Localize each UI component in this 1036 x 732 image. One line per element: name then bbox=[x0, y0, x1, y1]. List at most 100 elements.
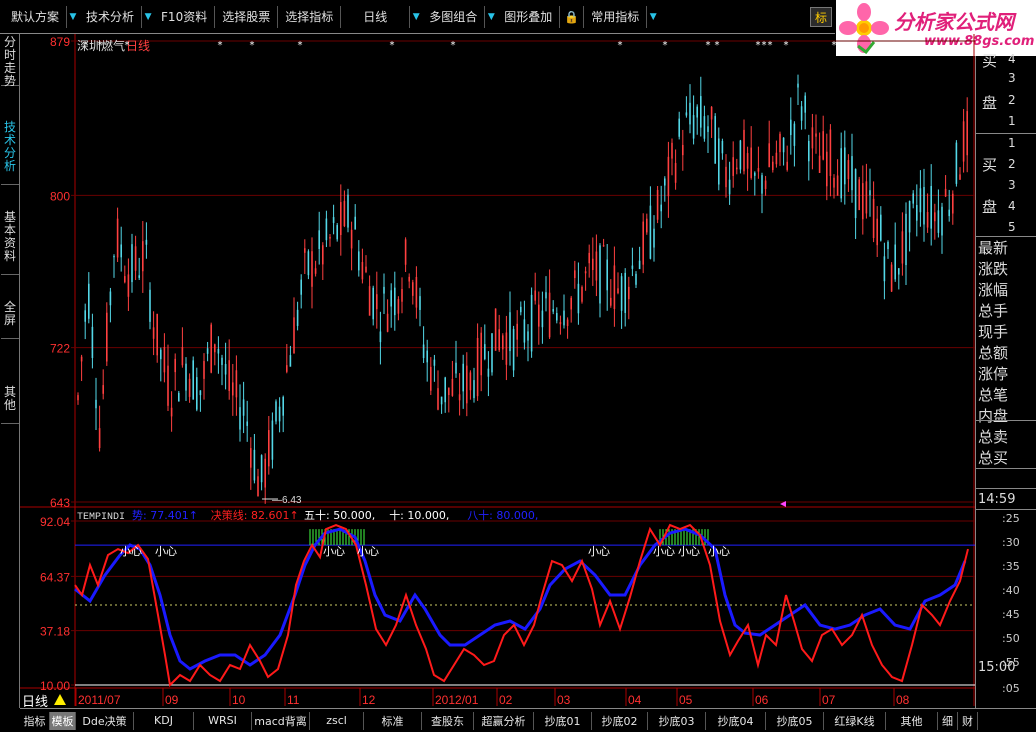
date-tick-label: 12 bbox=[362, 693, 376, 706]
toolbar-item-tech-analysis[interactable]: 技术分析 bbox=[79, 5, 143, 28]
dropdown-arrow-icon[interactable]: ▼ bbox=[67, 9, 79, 25]
bottom-tab-11[interactable]: 抄底02 bbox=[592, 711, 648, 730]
brand-name: 分析家公式网 bbox=[894, 10, 1014, 34]
toolbar-label: 多图组合 bbox=[429, 10, 478, 24]
left-tab-technical[interactable]: 技术分析 bbox=[1, 119, 19, 185]
level-number: 3 bbox=[1008, 71, 1016, 85]
signal-star-icon: * bbox=[451, 40, 456, 51]
app-window: 默认方案 ▼ 技术分析 ▼ F10资料 选择股票 选择指标 日线 ▼ 多图组合 … bbox=[0, 0, 1036, 732]
price-tick-label: 643 bbox=[50, 496, 70, 510]
bottom-tab-18[interactable]: 财 bbox=[958, 711, 978, 730]
toolbar-item-select-stock[interactable]: 选择股票 bbox=[215, 5, 279, 28]
level-number: 5 bbox=[1008, 220, 1016, 234]
caution-signal-label: 小心 bbox=[708, 545, 730, 558]
date-tick-label: 11 bbox=[287, 693, 300, 706]
caution-signal-label: 小心 bbox=[588, 545, 610, 558]
quote-panel: 买 盘 4 3 2 1 买 盘 1 2 3 4 5 最新 涨跌 涨幅 总手 现手 总额 涨停… bbox=[975, 52, 1036, 708]
signal-star-icon: * bbox=[125, 40, 130, 51]
price-tick-label: 722 bbox=[50, 342, 70, 356]
bottom-tab-14[interactable]: 抄底05 bbox=[766, 711, 824, 730]
time-tick: :45 bbox=[1002, 608, 1020, 621]
divider bbox=[976, 236, 1036, 237]
left-tab-other[interactable]: 其他 bbox=[1, 384, 19, 424]
bottom-tab-9[interactable]: 超赢分析 bbox=[474, 711, 534, 730]
date-tick-label: 06 bbox=[755, 693, 769, 706]
bottom-tab-16[interactable]: 其他 bbox=[886, 711, 938, 730]
left-tab-fundamental[interactable]: 基本资料 bbox=[1, 209, 19, 275]
toolbar-label: 日线 bbox=[363, 10, 388, 24]
quote-field-label: 总买 bbox=[978, 449, 1009, 467]
caution-signal-label: 小心 bbox=[155, 545, 177, 558]
bottom-tab-7[interactable]: 标准 bbox=[364, 711, 422, 730]
bottom-tab-1[interactable]: 模板 bbox=[50, 711, 76, 730]
date-tick-label: 05 bbox=[679, 693, 693, 706]
bottom-tab-13[interactable]: 抄底04 bbox=[706, 711, 766, 730]
left-tab-intraday[interactable]: 分时走势 bbox=[1, 34, 19, 88]
bottom-tab-12[interactable]: 抄底03 bbox=[648, 711, 706, 730]
flag-button[interactable]: 标 bbox=[810, 7, 832, 27]
time-label: 14:59 bbox=[978, 492, 1016, 507]
signal-star-icon: * bbox=[663, 40, 668, 51]
dropdown-arrow-icon[interactable]: ▼ bbox=[142, 9, 154, 25]
indicator-legend-item: 八十: 80.000, bbox=[467, 508, 538, 522]
bottom-tab-15[interactable]: 红绿K线 bbox=[824, 711, 886, 730]
level-number: 2 bbox=[1008, 93, 1016, 107]
level-number: 4 bbox=[1008, 199, 1016, 213]
signal-star-icon: * bbox=[762, 40, 767, 51]
date-tick-label: 07 bbox=[822, 693, 836, 706]
level-number: 3 bbox=[1008, 178, 1016, 192]
quote-field-label: 内盘 bbox=[978, 407, 1009, 425]
date-tick-label: 02 bbox=[499, 693, 513, 706]
bottom-tab-0[interactable]: 指标 bbox=[20, 711, 50, 730]
time-tick: :50 bbox=[1002, 632, 1020, 645]
caution-signal-label: 小心 bbox=[120, 545, 142, 558]
left-tab-label: 分时走势 bbox=[3, 35, 16, 88]
left-tab-label: 技术分析 bbox=[3, 120, 16, 173]
date-tick-label: 03 bbox=[557, 693, 571, 706]
level-number: 1 bbox=[1008, 114, 1016, 128]
price-tick-label: 879 bbox=[50, 35, 70, 49]
period-name: 日线 bbox=[126, 39, 150, 53]
bottom-tab-5[interactable]: macd背离 bbox=[252, 711, 310, 730]
toolbar-label: 默认方案 bbox=[11, 10, 60, 24]
lock-icon[interactable]: 🔒 bbox=[560, 5, 585, 28]
bottom-tab-3[interactable]: KDJ bbox=[134, 711, 194, 730]
level-number: 4 bbox=[1008, 52, 1016, 66]
toolbar-item-common-indicator[interactable]: 常用指标 bbox=[584, 5, 648, 28]
quote-field-label: 现手 bbox=[978, 323, 1009, 341]
bottom-tab-bar: 指标 模板 Dde决策 KDJ WRSI macd背离 zscl 标准 查股东 超赢分析 抄底01 抄… bbox=[20, 708, 1036, 732]
bottom-tab-8[interactable]: 查股东 bbox=[422, 711, 474, 730]
indicator-legend-item: 势: 77.401↑ bbox=[132, 509, 198, 522]
chart-area[interactable]: 879 800 722 643 深圳燃气 日线 —6.43 * * * * * * * * * * * * * * * * *… bbox=[20, 34, 975, 706]
bottom-tab-2[interactable]: Dde决策 bbox=[76, 711, 134, 730]
left-tab-fullscreen[interactable]: 全屏 bbox=[1, 299, 19, 339]
side-char: 盘 bbox=[982, 94, 998, 112]
toolbar-label: 图形叠加 bbox=[504, 10, 553, 24]
dropdown-arrow-icon[interactable]: ▼ bbox=[647, 9, 659, 25]
dropdown-arrow-icon[interactable]: ▼ bbox=[485, 9, 497, 25]
side-char: 盘 bbox=[982, 198, 998, 216]
divider bbox=[976, 420, 1036, 421]
toolbar-item-daily[interactable]: 日线 bbox=[341, 5, 411, 28]
toolbar-item-select-indicator[interactable]: 选择指标 bbox=[278, 5, 342, 28]
date-tick-label: 04 bbox=[628, 693, 642, 706]
quote-field-label: 最新 bbox=[978, 239, 1009, 257]
bottom-tab-17[interactable]: 细 bbox=[938, 711, 958, 730]
signal-star-icon: * bbox=[618, 40, 623, 51]
bottom-tab-6[interactable]: zscl bbox=[310, 711, 364, 730]
time-tick: :40 bbox=[1002, 584, 1020, 597]
dropdown-arrow-icon[interactable]: ▼ bbox=[410, 9, 422, 25]
bottom-tab-4[interactable]: WRSI bbox=[194, 711, 252, 730]
signal-star-icon: * bbox=[298, 40, 303, 51]
toolbar-item-multi-chart[interactable]: 多图组合 bbox=[422, 5, 486, 28]
date-tick-label: 08 bbox=[896, 693, 910, 706]
divider bbox=[976, 509, 1036, 510]
series-line-trend bbox=[74, 527, 967, 671]
toolbar-label: 常用指标 bbox=[591, 10, 640, 24]
bottom-left-spacer bbox=[0, 708, 20, 732]
toolbar-item-overlay[interactable]: 图形叠加 bbox=[497, 5, 561, 28]
bottom-tab-10[interactable]: 抄底01 bbox=[534, 711, 592, 730]
toolbar-item-default-scheme[interactable]: 默认方案 bbox=[4, 5, 68, 28]
kline-chart-svg[interactable]: 879800722643深圳燃气 日线—6.43* * * * * * * * * * * * * * * * *… bbox=[20, 34, 975, 706]
toolbar-item-f10[interactable]: F10资料 bbox=[154, 5, 216, 28]
